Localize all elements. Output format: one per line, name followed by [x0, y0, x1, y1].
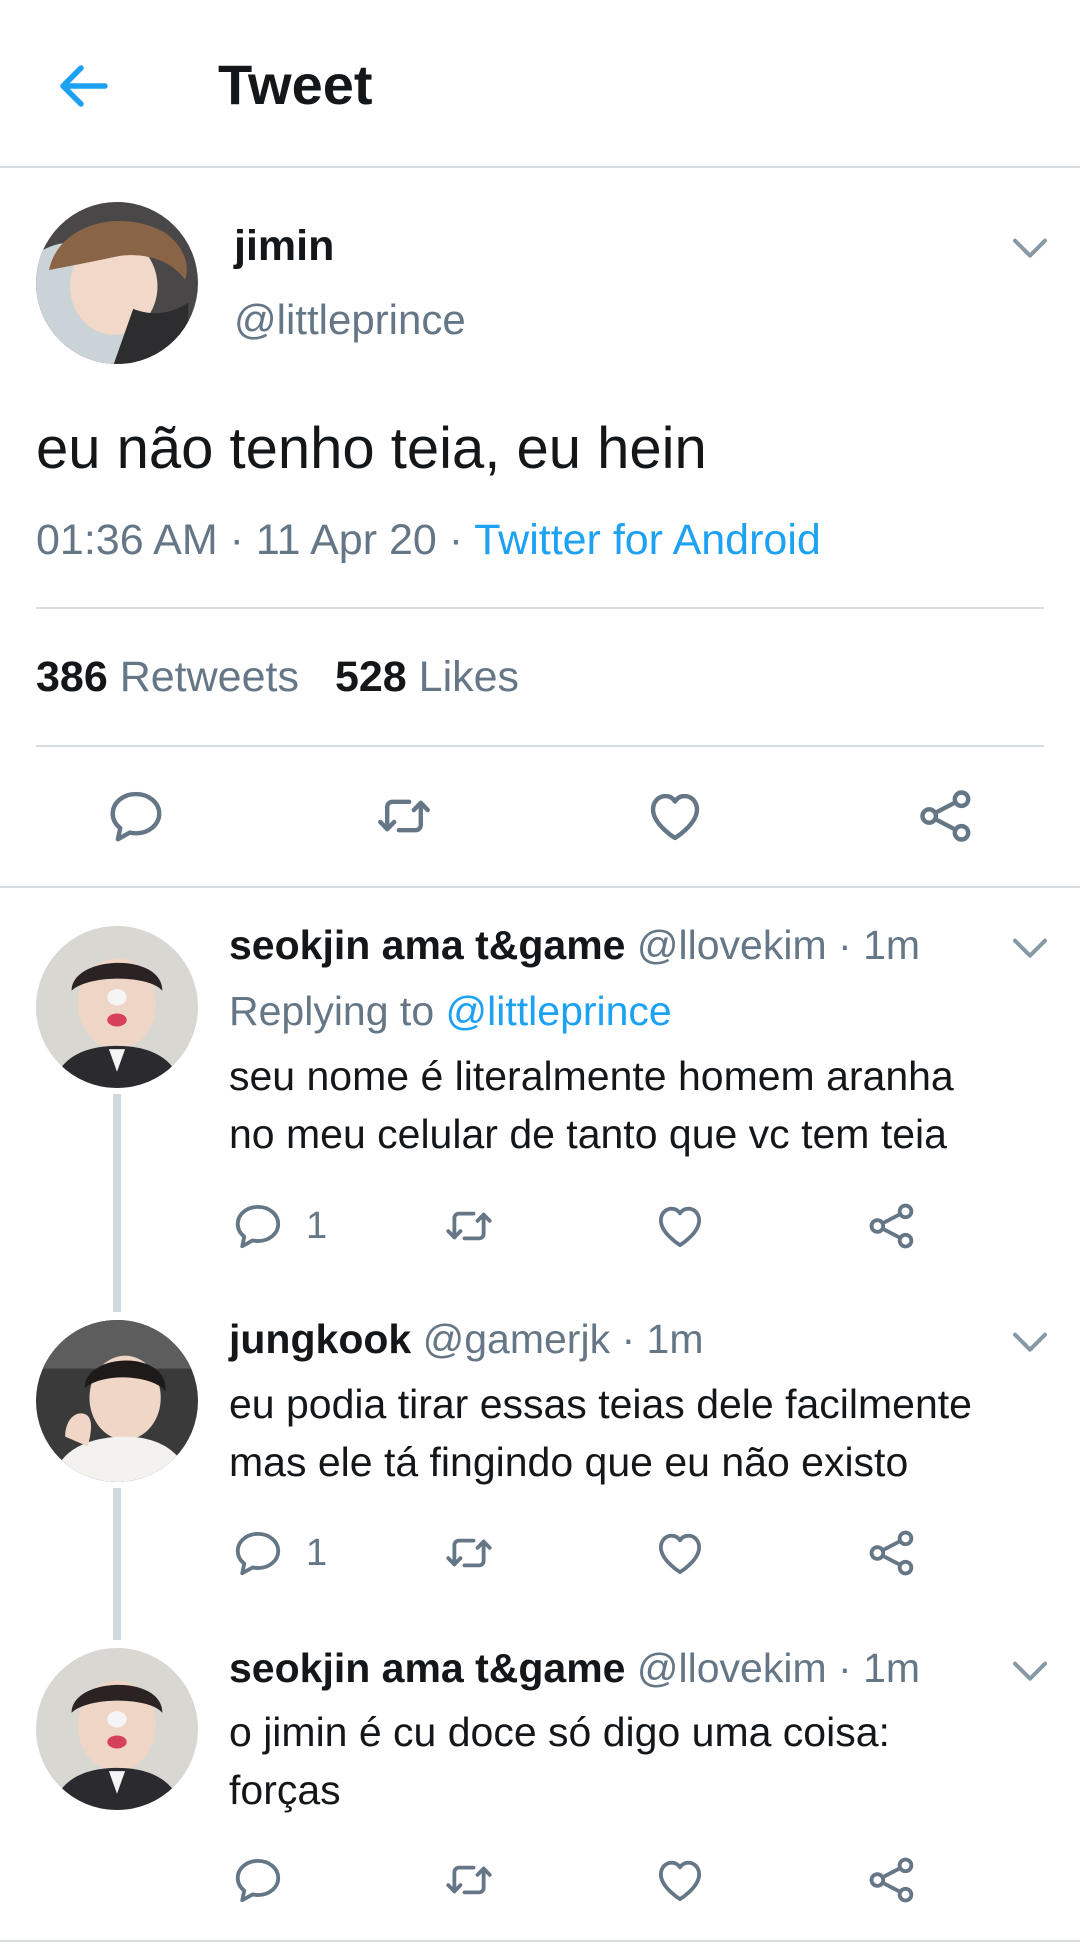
divider: [36, 745, 1044, 747]
reply-text-line: mas ele tá fingindo que eu não existo: [229, 1439, 909, 1485]
tweet-stats: 386 Retweets 528 Likes: [36, 653, 519, 702]
like-button[interactable]: [652, 1852, 708, 1908]
reply-time: 1m: [863, 1645, 921, 1691]
reply-avatar[interactable]: [36, 926, 198, 1088]
chevron-down-icon[interactable]: [1010, 234, 1050, 264]
like-button[interactable]: [652, 1198, 708, 1254]
tweet-meta: 01:36 AM · 11 Apr 20 · Twitter for Andro…: [36, 516, 821, 565]
tweet-date: 11 Apr 20: [255, 516, 437, 564]
tweet-time: 01:36 AM: [36, 516, 218, 564]
meta-separator: ·: [826, 922, 864, 968]
reply-text-line: seu nome é literalmente homem aranha: [229, 1053, 954, 1099]
reply-button[interactable]: [230, 1198, 286, 1254]
like-button[interactable]: [652, 1525, 708, 1581]
share-icon: [865, 1526, 919, 1580]
meta-separator: ·: [217, 516, 256, 564]
chevron-down-icon[interactable]: [1010, 934, 1050, 964]
like-button[interactable]: [643, 784, 707, 848]
reply-avatar[interactable]: [36, 1320, 198, 1482]
reply-button[interactable]: [230, 1525, 286, 1581]
reply-author-handle[interactable]: @llovekim: [637, 922, 827, 968]
share-button[interactable]: [864, 1198, 920, 1254]
reply-header: seokjin ama t&game @llovekim · 1m: [229, 922, 920, 969]
reply-header: seokjin ama t&game @llovekim · 1m: [229, 1645, 920, 1692]
retweet-icon: [442, 1853, 496, 1907]
reply-author-handle[interactable]: @gamerjk: [423, 1316, 610, 1362]
reply-text-line: no meu celular de tanto que vc tem teia: [229, 1111, 947, 1157]
retweets-stat[interactable]: 386 Retweets: [36, 653, 299, 701]
heart-icon: [644, 785, 706, 847]
meta-separator: ·: [610, 1316, 647, 1362]
replying-label: Replying to: [229, 988, 435, 1034]
tweet-text: eu não tenho teia, eu hein: [36, 416, 707, 481]
author-avatar[interactable]: [36, 202, 198, 364]
reply-text: seu nome é literalmente homem aranha no …: [229, 1047, 1059, 1163]
page-title: Tweet: [218, 53, 373, 116]
chevron-down-icon[interactable]: [1010, 1657, 1050, 1687]
reply-author-name[interactable]: seokjin ama t&game: [229, 1645, 626, 1691]
reply-button[interactable]: [230, 1852, 286, 1908]
tweet-source-link[interactable]: Twitter for Android: [474, 516, 821, 564]
share-icon: [915, 785, 977, 847]
reply-text-line: eu podia tirar essas teias dele facilmen…: [229, 1381, 972, 1427]
heart-icon: [653, 1526, 707, 1580]
reply-count: 1: [306, 1205, 328, 1247]
reply-author-handle[interactable]: @llovekim: [637, 1645, 827, 1691]
reply-text: o jimin é cu doce só digo uma coisa: for…: [229, 1703, 1059, 1819]
reply-icon: [231, 1526, 285, 1580]
app-header: Tweet: [0, 0, 1080, 168]
arrow-left-icon: [60, 65, 108, 107]
likes-count: 528: [334, 653, 407, 701]
section-divider: [0, 1940, 1080, 1942]
reply-time: 1m: [863, 922, 921, 968]
retweet-button[interactable]: [441, 1525, 497, 1581]
reply-author-name[interactable]: seokjin ama t&game: [229, 922, 626, 968]
share-button[interactable]: [914, 784, 978, 848]
meta-separator: ·: [436, 516, 475, 564]
thread-line: [113, 1094, 121, 1312]
reply-button[interactable]: [104, 784, 168, 848]
reply-author-name[interactable]: jungkook: [229, 1316, 411, 1362]
chevron-down-icon[interactable]: [1010, 1328, 1050, 1358]
reply-text: eu podia tirar essas teias dele facilmen…: [229, 1375, 1059, 1491]
heart-icon: [653, 1853, 707, 1907]
retweets-label: Retweets: [119, 653, 299, 701]
author-name[interactable]: jimin: [234, 222, 334, 271]
retweet-button[interactable]: [441, 1852, 497, 1908]
reply-text-line: o jimin é cu doce só digo uma coisa:: [229, 1709, 890, 1755]
share-icon: [865, 1199, 919, 1253]
retweets-count: 386: [36, 653, 108, 701]
reply-count: 1: [306, 1532, 328, 1574]
heart-icon: [653, 1199, 707, 1253]
replying-to: Replying to @littleprince: [229, 988, 672, 1035]
share-button[interactable]: [864, 1525, 920, 1581]
retweet-button[interactable]: [372, 784, 436, 848]
thread-line: [113, 1488, 121, 1640]
divider: [36, 607, 1044, 609]
reply-icon: [231, 1199, 285, 1253]
likes-stat[interactable]: 528 Likes: [335, 653, 519, 701]
reply-icon: [231, 1853, 285, 1907]
retweet-icon: [373, 785, 435, 847]
reply-time: 1m: [646, 1316, 704, 1362]
author-handle[interactable]: @littleprince: [234, 296, 466, 344]
share-button[interactable]: [864, 1852, 920, 1908]
retweet-icon: [442, 1199, 496, 1253]
back-button[interactable]: [52, 55, 114, 117]
retweet-icon: [442, 1526, 496, 1580]
reply-header: jungkook @gamerjk · 1m: [229, 1316, 703, 1363]
retweet-button[interactable]: [441, 1198, 497, 1254]
reply-avatar[interactable]: [36, 1648, 198, 1810]
reply-icon: [105, 785, 167, 847]
likes-label: Likes: [418, 653, 520, 701]
meta-separator: ·: [826, 1645, 864, 1691]
mention-link[interactable]: @littleprince: [446, 988, 672, 1034]
reply-text-line: forças: [229, 1767, 341, 1813]
section-divider: [0, 886, 1080, 888]
share-icon: [865, 1853, 919, 1907]
